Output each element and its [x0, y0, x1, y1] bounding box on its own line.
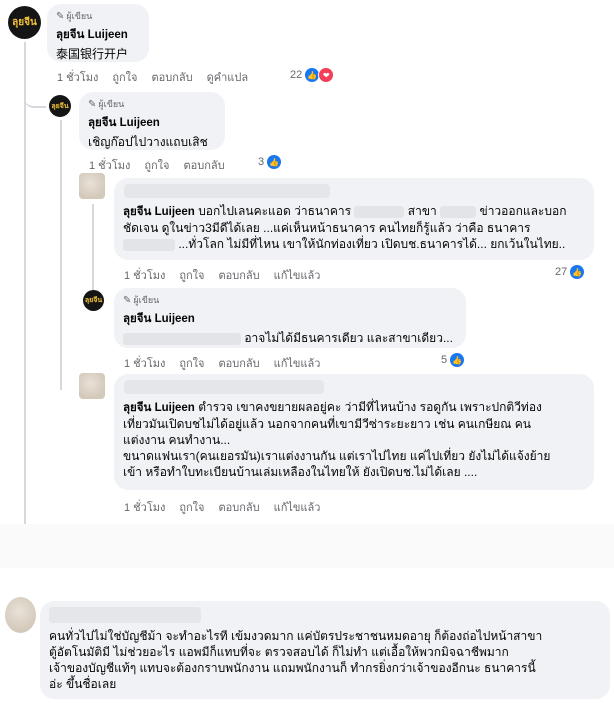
author-avatar[interactable]: ลุยจีน — [83, 290, 104, 311]
like-button[interactable]: ถูกใจ — [179, 266, 204, 284]
author-badge: ✎ ผู้เขียน — [123, 294, 160, 306]
comment-bubble-3: ลุยจีน Luijeen บอกไปเลนคะแอด ว่าธนาคาร ส… — [114, 178, 594, 260]
pencil-icon: ✎ — [123, 294, 132, 306]
reply-button[interactable]: ตอบกลับ — [184, 156, 225, 174]
thread-line — [92, 204, 94, 294]
redacted-text — [123, 332, 241, 345]
comment-author-name[interactable]: ลุยจีน Luijeen — [56, 26, 140, 44]
redacted-username — [49, 607, 201, 623]
comment-author-name[interactable]: ลุยจีน Luijeen — [123, 402, 195, 414]
comment-text-line: ลุยจีน Luijeen บอกไปเลนคะแอด ว่าธนาคาร ส… — [123, 204, 567, 218]
thread-line — [60, 120, 62, 390]
comment-text-line: แต่งงาน คนทำงาน... — [123, 433, 231, 447]
thread-line — [24, 42, 26, 542]
comment-time[interactable]: 1 ชั่วโมง — [124, 498, 165, 516]
like-button[interactable]: ถูกใจ — [144, 156, 169, 174]
comment-text-line: เที่ยวมันเปิดบชไม่ได้อยู่แล้ว นอกจากคนที… — [123, 417, 531, 431]
comment-time[interactable]: 1 ชั่วโมง — [57, 68, 98, 86]
reaction-summary-2[interactable]: 3 👍 — [258, 155, 282, 169]
pencil-icon: ✎ — [56, 10, 65, 22]
comment-text-line: ชัดเจน ดูในข่าว3มีดีได้เลย ...แค่เห็นหน้… — [123, 221, 531, 235]
redacted-username — [124, 184, 330, 198]
reply-button[interactable]: ตอบกลับ — [219, 266, 260, 284]
comment-actions-3: 1 ชั่วโมง ถูกใจ ตอบกลับ แก้ไขแล้ว — [124, 266, 320, 284]
like-button[interactable]: ถูกใจ — [179, 354, 204, 372]
comment-actions-5: 1 ชั่วโมง ถูกใจ ตอบกลับ แก้ไขแล้ว — [124, 498, 320, 516]
comment-author-name[interactable]: ลุยจีน Luijeen — [123, 310, 457, 328]
reaction-summary-3[interactable]: 27 👍 — [555, 265, 585, 279]
comment-text-line: อาจไม่ได้มีธนคารเดียว และสาขาเดียว... — [123, 330, 457, 346]
comment-author-name[interactable]: ลุยจีน Luijeen — [123, 206, 195, 218]
thread-connector — [24, 84, 46, 108]
redacted-text — [123, 238, 175, 251]
comment-text: 泰国银行开户 — [56, 47, 129, 61]
user-avatar[interactable] — [79, 373, 105, 399]
comment-bubble-1: ✎ ผู้เขียน ลุยจีน Luijeen 泰国银行开户 — [47, 4, 149, 62]
author-badge: ✎ ผู้เขียน — [56, 10, 93, 22]
user-avatar[interactable] — [5, 597, 36, 633]
comment-text-line: เข้า หรือทำใบทะเบียนบ้านเล่มเหลืองในไทยใ… — [123, 465, 478, 479]
reaction-summary-1[interactable]: 22 👍 ❤ — [290, 67, 335, 83]
comment-time[interactable]: 1 ชั่วโมง — [124, 354, 165, 372]
thumbs-up-icon: 👍 — [570, 265, 585, 279]
comment-actions-1: 1 ชั่วโมง ถูกใจ ตอบกลับ ดูคำแปล — [57, 68, 248, 86]
reply-button[interactable]: ตอบกลับ — [219, 498, 260, 516]
reaction-count: 22 — [290, 69, 303, 81]
comment-bubble-5: ลุยจีน Luijeen ตำรวจ เขาคงขยายผลอยู่คะ ว… — [114, 374, 594, 490]
like-button[interactable]: ถูกใจ — [179, 498, 204, 516]
comment-text: เชิญก๊อปไปวางแถบเสิช — [88, 135, 208, 149]
comment-bubble-6: คนทั่วไปไม่ใช่บัญชีม้า จะทำอะไรที เข้มงว… — [40, 601, 610, 699]
comment-text-line: ตู้อัตโนมัติมี ไม่ช่วยอะไร แอพมีก็แทบที่… — [49, 645, 509, 659]
redacted-username — [124, 380, 324, 394]
thumbs-up-icon: 👍 — [305, 68, 320, 82]
section-divider — [0, 524, 614, 568]
comment-actions-2: 1 ชั่วโมง ถูกใจ ตอบกลับ — [89, 156, 225, 174]
comment-time[interactable]: 1 ชั่วโมง — [89, 156, 130, 174]
author-avatar[interactable]: ลุยจีน — [49, 95, 71, 117]
comment-text-line: ขนาดแฟนเรา(คนเยอรมัน)เราแต่งงานกัน แต่เร… — [123, 449, 551, 463]
edited-label: แก้ไขแล้ว — [273, 270, 321, 282]
redacted-text — [440, 205, 477, 218]
comment-time[interactable]: 1 ชั่วโมง — [124, 266, 165, 284]
reply-button[interactable]: ตอบกลับ — [219, 354, 260, 372]
reaction-summary-4[interactable]: 5 👍 — [441, 353, 465, 367]
thumbs-up-icon: 👍 — [267, 155, 282, 169]
user-avatar[interactable] — [79, 173, 105, 199]
pencil-icon: ✎ — [88, 98, 97, 110]
heart-icon: ❤ — [318, 67, 335, 83]
reaction-count: 3 — [258, 156, 265, 168]
comment-text-line: ...ทั่วโลก ไม่มีที่ไหน เขาให้นักท่องเที่… — [123, 236, 585, 252]
edited-label: แก้ไขแล้ว — [273, 358, 321, 370]
edited-label: แก้ไขแล้ว — [273, 502, 321, 514]
comment-bubble-2: ✎ ผู้เขียน ลุยจีน Luijeen เชิญก๊อปไปวางแ… — [79, 92, 225, 150]
brand-logo: ลุยจีน — [12, 16, 37, 28]
see-translation-link[interactable]: ดูคำแปล — [207, 68, 249, 86]
author-badge: ✎ ผู้เขียน — [88, 98, 125, 110]
reaction-count: 27 — [555, 266, 568, 278]
comment-text-line: เจ้าของบัญชีแท้ๆ แทบจะต้องกราบพนักงาน แถ… — [49, 661, 536, 675]
reaction-count: 5 — [441, 354, 448, 366]
comment-author-name[interactable]: ลุยจีน Luijeen — [88, 114, 216, 132]
reply-button[interactable]: ตอบกลับ — [152, 68, 193, 86]
thumbs-up-icon: 👍 — [450, 353, 465, 367]
comment-actions-4: 1 ชั่วโมง ถูกใจ ตอบกลับ แก้ไขแล้ว — [124, 354, 320, 372]
comment-text-line: อ่ะ ขึ้นชื่อเลย — [49, 677, 117, 691]
redacted-text — [354, 205, 405, 218]
like-button[interactable]: ถูกใจ — [112, 68, 137, 86]
comment-bubble-4: ✎ ผู้เขียน ลุยจีน Luijeen อาจไม่ได้มีธนค… — [114, 288, 466, 348]
comment-text-line: คนทั่วไปไม่ใช่บัญชีม้า จะทำอะไรที เข้มงว… — [49, 629, 543, 643]
author-avatar[interactable]: ลุยจีน — [8, 6, 41, 39]
comment-text-line: ลุยจีน Luijeen ตำรวจ เขาคงขยายผลอยู่คะ ว… — [123, 400, 542, 414]
